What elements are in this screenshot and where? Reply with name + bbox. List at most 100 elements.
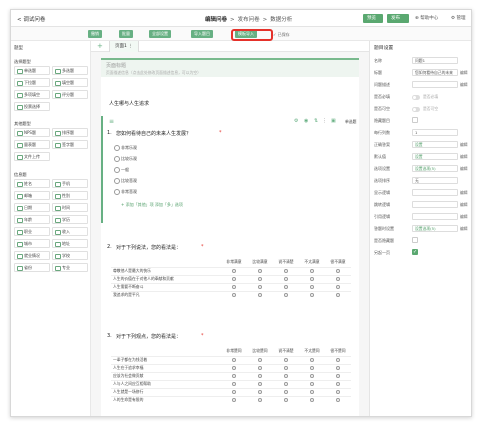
radio[interactable] [258,276,262,281]
field-title-input[interactable]: 您如何看待自己的未来 [412,69,458,76]
radio[interactable] [310,357,314,362]
radio[interactable] [284,268,288,273]
batch-button[interactable]: 批量 [119,30,133,38]
option-item[interactable]: 非常乐观 [114,145,137,151]
undo-button[interactable]: 撤销 [88,30,102,38]
qtype-nps[interactable]: NPS题 [14,128,50,137]
qtype-phone[interactable]: 手机 [52,179,88,188]
step-analysis[interactable]: 数据分析 [270,17,292,23]
manage-link[interactable]: ⚙ 管理 [451,15,465,21]
options-setting[interactable]: 设置选项(5) [412,165,458,172]
radio[interactable] [336,357,340,362]
publish-button[interactable]: 发布 [387,14,409,23]
qtype-dropdown[interactable]: 下拉题 [14,78,50,87]
qtype-scale[interactable]: 量表题 [14,140,50,149]
radio[interactable] [258,357,262,362]
field-desc-input[interactable] [412,81,458,88]
radio[interactable] [284,284,288,289]
qtype-vote[interactable]: 投票选择 [14,102,50,111]
radio[interactable] [310,292,314,297]
question-title[interactable]: 对于下列观点，您的看法是： [116,333,181,340]
qtype-rating[interactable]: 评分题 [52,90,88,99]
radio[interactable] [284,373,288,378]
required-toggle[interactable] [412,95,420,100]
import-question-button[interactable]: 导入题目 [191,30,213,38]
hidden-question-checkbox[interactable] [412,237,418,243]
qtype-age[interactable]: 年龄 [14,215,50,224]
radio[interactable] [258,389,262,394]
columns-input[interactable]: 1 [412,129,458,136]
edit-link[interactable]: 编辑 [460,226,468,232]
radio[interactable] [284,389,288,394]
qtype-time[interactable]: 时间 [52,203,88,212]
radio[interactable] [336,284,340,289]
settings-icon[interactable]: ⚙ [294,118,298,124]
option-item[interactable]: 比较悲观 [114,178,137,184]
question-title[interactable]: 对于下列说法，您的看法是： [116,244,181,251]
qtype-major[interactable]: 专业 [52,263,88,272]
settings-button[interactable]: 全部设置 [149,30,171,38]
radio[interactable] [232,373,236,378]
radio[interactable] [310,397,314,402]
radio[interactable] [310,365,314,370]
qtype-education[interactable]: 学历 [52,215,88,224]
radio[interactable] [232,284,236,289]
eye-icon[interactable]: ◉ [304,118,308,124]
radio[interactable] [284,365,288,370]
edit-link[interactable]: 编辑 [460,142,468,148]
radio[interactable] [310,373,314,378]
radio[interactable] [284,397,288,402]
hide-checkbox[interactable] [412,117,418,123]
radio[interactable] [284,381,288,386]
move-icon[interactable]: ⇅ [314,118,318,124]
radio[interactable] [232,389,236,394]
qtype-province[interactable]: 省份 [14,263,50,272]
radio[interactable] [232,268,236,273]
add-option-link[interactable]: + 添加「其他」项 添加「多」选项 [121,202,183,208]
radio[interactable] [310,381,314,386]
radio[interactable] [232,397,236,402]
qtype-school[interactable]: 学校 [52,251,88,260]
edit-link[interactable]: 编辑 [460,82,468,88]
radio[interactable] [258,292,262,297]
radio[interactable] [310,276,314,281]
qtype-date[interactable]: 日期 [14,203,50,212]
radio[interactable] [258,365,262,370]
radio[interactable] [232,292,236,297]
radio[interactable] [336,389,340,394]
qtype-upload[interactable]: 文件上传 [14,152,50,161]
radio[interactable] [336,365,340,370]
copy-icon[interactable]: ▣ [331,118,336,124]
help-center-link[interactable]: ⊕ 帮助中心 [415,15,438,21]
qtype-address[interactable]: 地址 [52,239,88,248]
page-header[interactable]: 页面标题 页面描述信息（点击此处修改页面描述信息，可以为空） [101,58,359,77]
qtype-sort[interactable]: 排序题 [52,128,88,137]
radio[interactable] [232,381,236,386]
edit-link[interactable]: 编辑 [460,166,468,172]
qtype-name[interactable]: 姓名 [14,179,50,188]
qtype-gender[interactable]: 性别 [52,191,88,200]
step-edit[interactable]: 编辑问卷 [205,17,227,23]
add-page-icon[interactable]: + [97,42,103,50]
radio[interactable] [310,268,314,273]
radio[interactable] [258,268,262,273]
option-item[interactable]: 比较乐观 [114,156,137,162]
new-page-checkbox[interactable] [412,249,418,255]
radio[interactable] [284,292,288,297]
radio[interactable] [336,292,340,297]
radio[interactable] [258,381,262,386]
radio[interactable] [232,357,236,362]
more-icon[interactable]: ⋮ [322,118,327,124]
qtype-employment[interactable]: 就业情况 [14,251,50,260]
qtype-single[interactable]: 单选题 [14,66,50,75]
qtype-multifill[interactable]: 多项填空 [14,90,50,99]
option-item[interactable]: 非常悲观 [114,189,137,195]
edit-link[interactable]: 编辑 [460,70,468,76]
option-item[interactable]: 一般 [114,167,129,173]
ref-logic-input[interactable] [412,213,458,220]
section-title[interactable]: 人生哪与人生追求 [109,100,149,107]
edit-link[interactable]: 编辑 [460,190,468,196]
nullable-toggle[interactable] [412,107,420,112]
edit-link[interactable]: 编辑 [460,154,468,160]
question-title[interactable]: 您如何看待自己的未来人生发展？ [116,130,191,137]
